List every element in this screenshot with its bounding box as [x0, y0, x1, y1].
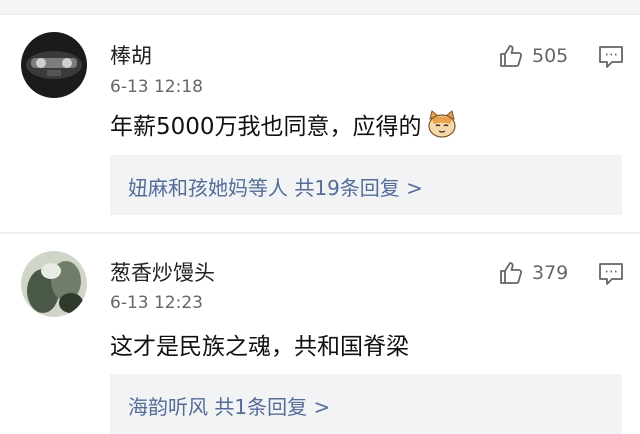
reply-summary-box[interactable]: 妞麻和孩她妈等人 共19条回复 >	[110, 155, 622, 215]
avatar[interactable]	[21, 251, 87, 317]
like-count: 379	[532, 262, 569, 284]
reply-summary-box[interactable]: 海韵听风 共1条回复 >	[110, 374, 622, 434]
username[interactable]: 棒胡	[110, 40, 152, 70]
avatar[interactable]	[21, 32, 87, 98]
comment-item: 葱香炒馒头 6-13 12:23 379 这才是民族之魂，共和国脊梁 海韵听风 …	[0, 234, 640, 434]
like-button[interactable]: 505	[498, 43, 568, 69]
timestamp: 6-13 12:23	[110, 293, 203, 313]
reply-summary-link[interactable]: 海韵听风 共1条回复 >	[128, 391, 330, 420]
cat-emoji-icon	[427, 110, 456, 138]
username[interactable]: 葱香炒馒头	[110, 257, 215, 287]
top-divider	[0, 0, 640, 15]
reply-icon[interactable]	[598, 262, 624, 286]
reply-icon[interactable]	[598, 45, 624, 69]
comment-text: 这才是民族之魂，共和国脊梁	[110, 327, 409, 361]
comment-text: 年薪5000万我也同意，应得的	[110, 107, 458, 141]
reply-summary-link[interactable]: 妞麻和孩她妈等人 共19条回复 >	[128, 172, 423, 201]
timestamp: 6-13 12:18	[110, 77, 203, 97]
comment-body: 年薪5000万我也同意，应得的	[110, 114, 422, 140]
thumbs-up-icon	[500, 45, 523, 67]
like-count: 505	[532, 45, 569, 67]
thumbs-up-icon	[500, 262, 523, 284]
comment-item: 棒胡 6-13 12:18 505 年薪5000万我也同意，应得的 妞麻和孩她妈…	[0, 15, 640, 233]
like-button[interactable]: 379	[498, 260, 568, 286]
comment-body: 这才是民族之魂，共和国脊梁	[110, 334, 409, 360]
